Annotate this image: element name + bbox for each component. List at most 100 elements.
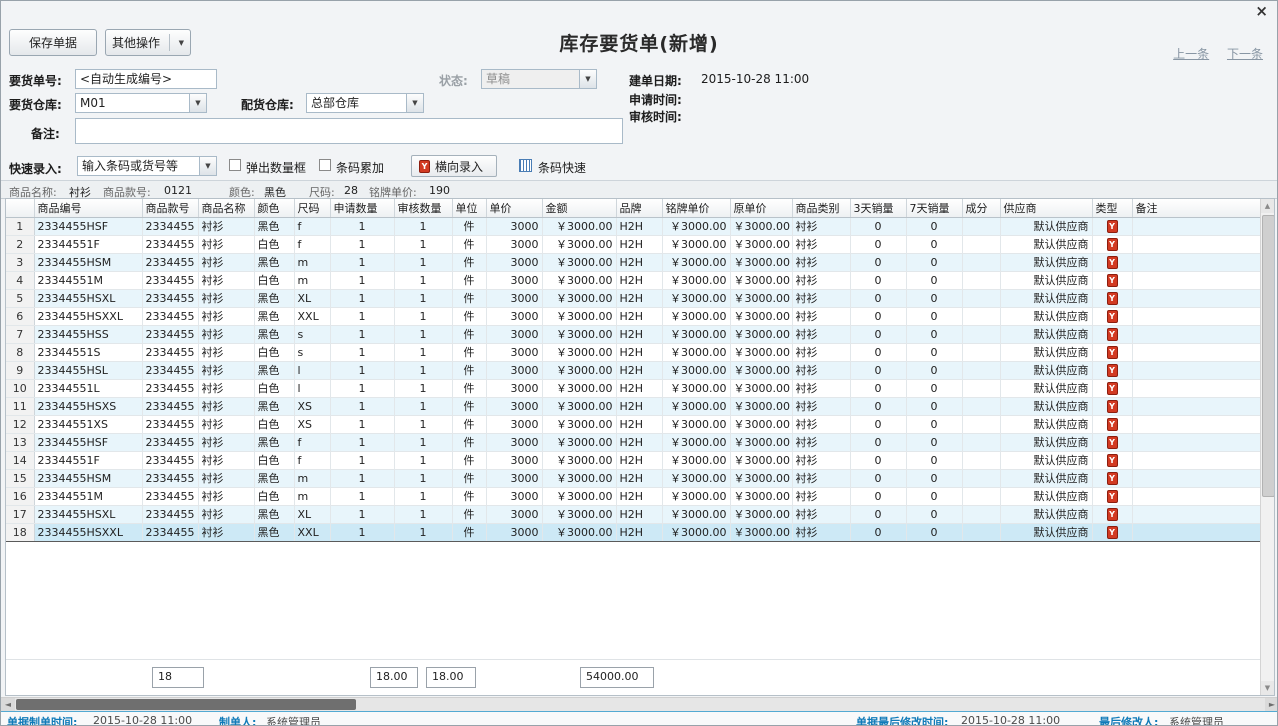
table-cell: 黑色 <box>254 523 294 541</box>
total-count-field[interactable]: 18 <box>152 667 204 688</box>
row-number-header <box>6 199 34 217</box>
column-header[interactable]: 品牌 <box>616 199 662 217</box>
table-row[interactable]: 72334455HSS2334455衬衫黑色s11件3000￥3000.00H2… <box>6 325 1260 343</box>
barcode-fast-icon[interactable] <box>519 159 532 172</box>
scroll-left-icon[interactable]: ◄ <box>1 698 15 711</box>
table-cell: ￥3000.00 <box>542 433 616 451</box>
apply-qty-total-field[interactable]: 18.00 <box>370 667 418 688</box>
dist-warehouse-select[interactable]: 总部仓库 ▼ <box>306 93 424 113</box>
table-row[interactable]: 1223344551XS2334455衬衫白色XS11件3000￥3000.00… <box>6 415 1260 433</box>
table-row[interactable]: 112334455HSXS2334455衬衫黑色XS11件3000￥3000.0… <box>6 397 1260 415</box>
table-cell: H2H <box>616 505 662 523</box>
table-cell: 0 <box>906 379 962 397</box>
product-tag-price-value: 190 <box>429 184 450 197</box>
table-cell: 1 <box>330 415 394 433</box>
table-cell: 件 <box>452 307 486 325</box>
chevron-down-icon: ▼ <box>199 157 216 175</box>
table-row[interactable]: 823344551S2334455衬衫白色s11件3000￥3000.00H2H… <box>6 343 1260 361</box>
table-row[interactable]: 152334455HSM2334455衬衫黑色m11件3000￥3000.00H… <box>6 469 1260 487</box>
column-header[interactable]: 商品编号 <box>34 199 142 217</box>
table-cell: ￥3000.00 <box>730 397 792 415</box>
table-cell: ￥3000.00 <box>730 235 792 253</box>
table-row[interactable]: 423344551M2334455衬衫白色m11件3000￥3000.00H2H… <box>6 271 1260 289</box>
table-cell <box>1132 289 1260 307</box>
column-header[interactable]: 备注 <box>1132 199 1260 217</box>
vertical-scroll-thumb[interactable] <box>1262 215 1275 497</box>
column-header[interactable]: 供应商 <box>1000 199 1092 217</box>
remark-field[interactable] <box>75 118 623 144</box>
table-cell: H2H <box>616 397 662 415</box>
close-icon[interactable]: × <box>1255 3 1268 19</box>
table-cell: 件 <box>452 505 486 523</box>
table-cell: 衬衫 <box>198 361 254 379</box>
req-warehouse-select[interactable]: M01 ▼ <box>75 93 207 113</box>
barcode-accumulate-checkbox[interactable] <box>319 159 331 171</box>
save-button[interactable]: 保存单据 <box>9 29 97 56</box>
table-cell <box>1132 415 1260 433</box>
column-header[interactable]: 金额 <box>542 199 616 217</box>
table-cell: f <box>294 235 330 253</box>
table-row[interactable]: 92334455HSL2334455衬衫黑色l11件3000￥3000.00H2… <box>6 361 1260 379</box>
table-cell: 衬衫 <box>792 235 850 253</box>
audit-qty-total-field[interactable]: 18.00 <box>426 667 476 688</box>
table-row[interactable]: 62334455HSXXL2334455衬衫黑色XXL11件3000￥3000.… <box>6 307 1260 325</box>
table-row[interactable]: 32334455HSM2334455衬衫黑色m11件3000￥3000.00H2… <box>6 253 1260 271</box>
column-header[interactable]: 原单价 <box>730 199 792 217</box>
quick-entry-combo[interactable]: 输入条码或货号等 ▼ <box>77 156 217 176</box>
table-cell: Y <box>1092 487 1132 505</box>
table-cell: 0 <box>850 253 906 271</box>
table-cell: 2334455HSF <box>34 433 142 451</box>
table-row[interactable]: 1023344551L2334455衬衫白色l11件3000￥3000.00H2… <box>6 379 1260 397</box>
column-header[interactable]: 3天销量 <box>850 199 906 217</box>
horizontal-scrollbar[interactable]: ◄ ► <box>1 697 1278 711</box>
scroll-up-icon[interactable]: ▲ <box>1261 199 1274 213</box>
horizontal-scroll-thumb[interactable] <box>16 699 356 710</box>
table-cell: 衬衫 <box>198 217 254 235</box>
scroll-down-icon[interactable]: ▼ <box>1261 681 1274 695</box>
table-row[interactable]: 223344551F2334455衬衫白色f11件3000￥3000.00H2H… <box>6 235 1260 253</box>
column-header[interactable]: 类型 <box>1092 199 1132 217</box>
scroll-right-icon[interactable]: ► <box>1265 698 1278 711</box>
table-row[interactable]: 52334455HSXL2334455衬衫黑色XL11件3000￥3000.00… <box>6 289 1260 307</box>
status-select: 草稿 ▼ <box>481 69 597 89</box>
horizontal-entry-button[interactable]: Y 横向录入 <box>411 155 497 177</box>
column-header[interactable]: 商品款号 <box>142 199 198 217</box>
vertical-scrollbar[interactable]: ▲ ▼ <box>1260 199 1274 695</box>
table-row[interactable]: 12334455HSF2334455衬衫黑色f11件3000￥3000.00H2… <box>6 217 1260 235</box>
popup-qty-checkbox[interactable] <box>229 159 241 171</box>
chevron-down-icon: ▼ <box>579 70 596 88</box>
table-cell: 23344551XS <box>34 415 142 433</box>
table-row[interactable]: 132334455HSF2334455衬衫黑色f11件3000￥3000.00H… <box>6 433 1260 451</box>
column-header[interactable]: 商品类别 <box>792 199 850 217</box>
amount-total-field[interactable]: 54000.00 <box>580 667 654 688</box>
table-row[interactable]: 172334455HSXL2334455衬衫黑色XL11件3000￥3000.0… <box>6 505 1260 523</box>
table-cell: ￥3000.00 <box>730 523 792 541</box>
prev-record-link[interactable]: 上一条 <box>1173 47 1209 61</box>
table-cell: 1 <box>394 307 452 325</box>
column-header[interactable]: 单价 <box>486 199 542 217</box>
column-header[interactable]: 申请数量 <box>330 199 394 217</box>
other-operations-button[interactable]: 其他操作 ▼ <box>105 29 191 56</box>
made-time-value: 2015-10-28 11:00 <box>93 714 192 726</box>
table-cell: H2H <box>616 253 662 271</box>
next-record-link[interactable]: 下一条 <box>1227 47 1263 61</box>
column-header[interactable]: 铭牌单价 <box>662 199 730 217</box>
column-header[interactable]: 尺码 <box>294 199 330 217</box>
column-header[interactable]: 商品名称 <box>198 199 254 217</box>
table-cell: 3000 <box>486 361 542 379</box>
type-flag-icon: Y <box>1107 238 1118 251</box>
table-row[interactable]: 1623344551M2334455衬衫白色m11件3000￥3000.00H2… <box>6 487 1260 505</box>
column-header[interactable]: 审核数量 <box>394 199 452 217</box>
table-cell: 衬衫 <box>198 325 254 343</box>
column-header[interactable]: 7天销量 <box>906 199 962 217</box>
table-row[interactable]: 182334455HSXXL2334455衬衫黑色XXL11件3000￥3000… <box>6 523 1260 541</box>
table-cell: H2H <box>616 379 662 397</box>
column-header[interactable]: 颜色 <box>254 199 294 217</box>
order-no-field[interactable]: <自动生成编号> <box>75 69 217 89</box>
type-flag-icon: Y <box>1107 454 1118 467</box>
table-cell: ￥3000.00 <box>730 469 792 487</box>
table-row[interactable]: 1423344551F2334455衬衫白色f11件3000￥3000.00H2… <box>6 451 1260 469</box>
column-header[interactable]: 单位 <box>452 199 486 217</box>
table-cell: ￥3000.00 <box>662 415 730 433</box>
column-header[interactable]: 成分 <box>962 199 1000 217</box>
